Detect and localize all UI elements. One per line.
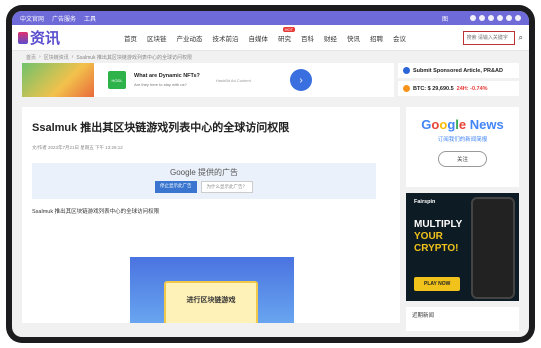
ad-arrow-button[interactable]: › [290,69,312,91]
nav-item-home[interactable]: 首页 [124,33,137,43]
breadcrumb-sep-icon: › [39,54,41,60]
stop-ad-button[interactable]: 停止显示此广告 [155,181,197,193]
google-news-widget: Google News 订阅我们的新闻简报 关注 [406,107,519,187]
social-icons [470,15,521,21]
play-now-button[interactable]: PLAY NOW [414,277,461,291]
rss-icon[interactable] [515,15,521,21]
article-lead: Ssalmuk 推出其区块链游戏列表中心的全球访问权限 [32,209,160,215]
btc-price: BTC: $ 29,690.5 [413,85,454,92]
article: Ssalmuk 推出其区块链游戏列表中心的全球访问权限 文/作者 2023年7月… [22,107,400,323]
topbar-link-official[interactable]: 中文官网 [20,14,44,23]
telegram-icon[interactable] [506,15,512,21]
ad-question-sub: Are they here to stay with us? [134,82,187,87]
btc-change: 24H: -0.74% [456,85,488,92]
nav-item-research[interactable]: 研究 HOT [278,26,296,43]
nav-item-events[interactable]: 会议 [393,33,406,43]
topbar-link-tools[interactable]: 工具 [84,14,96,23]
top-bar: 中文官网 广告服务 工具 图 [12,11,529,25]
site-logo[interactable]: 资讯 [18,27,60,48]
hodl-logo: HODL [108,71,126,89]
nav-item-research-label: 研究 [278,35,292,43]
sidebar: Google News 订阅我们的新闻简报 关注 Fairspin MULTIP… [406,107,519,331]
nav-item-jobs[interactable]: 招聘 [370,33,383,43]
hot-badge: HOT [282,26,296,32]
nav-item-finance[interactable]: 财经 [324,33,337,43]
bitcoin-icon [403,85,410,92]
article-title: Ssalmuk 推出其区块链游戏列表中心的全球访问权限 [32,122,290,134]
why-ad-button[interactable]: 为什么显示此广告？ [200,181,253,193]
article-screenshot-image: 进行区块链游戏 [130,257,294,323]
phone-image [471,197,515,299]
ad-question: What are Dynamic NFTs? [134,73,200,79]
nav-item-blockchain[interactable]: 区块链 [147,33,167,43]
btc-price-promo[interactable]: BTC: $ 29,690.5 24H: -0.74% [398,81,519,96]
weibo-icon[interactable] [488,15,494,21]
content-area: Ssalmuk 推出其区块链游戏列表中心的全球访问权限 文/作者 2023年7月… [12,97,529,331]
ad-right-sub: HashBit Ad Content [215,77,251,83]
device-frame: 中文官网 广告服务 工具 图 资讯 首页 区块链 产业动态 技术前沿 自媒体 研… [6,5,535,343]
nav-item-media[interactable]: 自媒体 [249,33,269,43]
fairspin-ad[interactable]: Fairspin MULTIPLY YOUR CRYPTO! PLAY NOW [406,193,519,301]
top-bar-links: 中文官网 广告服务 工具 [20,14,96,23]
search-area: ⌕ [462,30,523,45]
logo-text: 资讯 [30,29,61,47]
nft-ad-banner[interactable]: HODL What are Dynamic NFTs? Are they her… [22,63,394,97]
side-promos: Submit Sponsored Article, PR&AD BTC: $ 2… [398,63,519,97]
google-news-follow-button[interactable]: 关注 [437,151,487,167]
facebook-icon[interactable] [470,15,476,21]
nav-item-tech[interactable]: 技术前沿 [213,33,239,43]
logo-mark-icon [18,31,28,44]
wechat-icon[interactable] [497,15,503,21]
google-ad-title: Google 提供的广告 [169,168,239,177]
google-ad-buttons: 停止显示此广告 为什么显示此广告？ [32,181,376,193]
nav-item-industry[interactable]: 产业动态 [177,33,203,43]
article-meta: 文/作者 2023年7月21日 星期五 下午 13:26:12 [32,145,123,150]
google-ad: Google 提供的广告 停止显示此广告 为什么显示此广告？ [32,163,376,199]
nav-item-flash[interactable]: 快讯 [347,33,360,43]
search-input[interactable] [462,30,515,45]
screenshot-card: 进行区块链游戏 [164,281,258,323]
submit-article-text: Submit Sponsored Article, PR&AD [413,67,503,74]
breadcrumb-section[interactable]: 区块链资讯 [44,54,69,61]
twitter-icon[interactable] [479,15,485,21]
breadcrumb-current: Ssalmuk 推出其区块链游戏列表中心的全球访问权限 [76,54,192,61]
recent-news-header: 近期新闻 [406,307,519,331]
pepe-image [22,63,94,97]
breadcrumb: 首页 › 区块链资讯 › Ssalmuk 推出其区块链游戏列表中心的全球访问权限 [12,51,529,63]
topbar-mid-icon[interactable]: 图 [442,14,448,23]
topbar-link-ads[interactable]: 广告服务 [52,14,76,23]
search-icon[interactable]: ⌕ [519,33,523,43]
google-news-title: Google News [421,117,504,132]
nav-menu: 首页 区块链 产业动态 技术前沿 自媒体 研究 HOT 百科 财经 快讯 招聘 会… [124,26,406,43]
nav-item-wiki[interactable]: 百科 [301,33,314,43]
main-nav: 资讯 首页 区块链 产业动态 技术前沿 自媒体 研究 HOT 百科 财经 快讯 招… [12,25,529,51]
google-news-subtitle: 订阅我们的新闻简报 [437,137,488,143]
ad-text: What are Dynamic NFTs? Are they here to … [134,73,200,87]
submit-article-promo[interactable]: Submit Sponsored Article, PR&AD [398,63,519,78]
breadcrumb-sep-icon: › [71,54,74,60]
banner-row: HODL What are Dynamic NFTs? Are they her… [12,63,529,97]
info-icon [403,67,410,74]
browser-screen: 中文官网 广告服务 工具 图 资讯 首页 区块链 产业动态 技术前沿 自媒体 研… [12,11,529,337]
breadcrumb-home[interactable]: 首页 [26,54,36,61]
